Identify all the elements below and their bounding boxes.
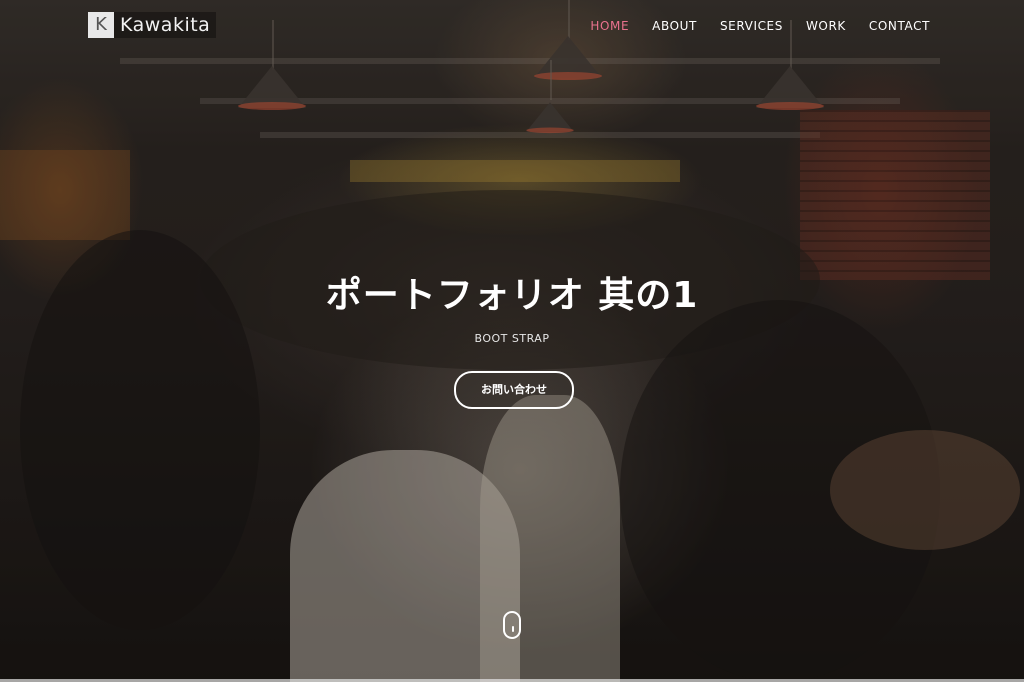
mouse-scroll-icon[interactable] <box>503 611 521 639</box>
hero-subtitle: BOOT STRAP <box>474 332 550 345</box>
hero-title: ポートフォリオ 其の1 <box>325 275 699 316</box>
contact-button[interactable]: お問い合わせ <box>454 371 574 409</box>
brand-mark-icon: K <box>88 12 114 38</box>
main-nav: HOME ABOUT SERVICES WORK CONTACT <box>567 19 930 33</box>
nav-home[interactable]: HOME <box>590 19 629 33</box>
hero-section: K Kawakita HOME ABOUT SERVICES WORK CONT… <box>0 0 1024 682</box>
nav-about[interactable]: ABOUT <box>652 19 697 33</box>
brand-logo[interactable]: K Kawakita <box>88 12 217 38</box>
nav-contact[interactable]: CONTACT <box>869 19 930 33</box>
nav-services[interactable]: SERVICES <box>720 19 783 33</box>
nav-work[interactable]: WORK <box>806 19 846 33</box>
scroll-wheel-dot <box>512 626 514 632</box>
brand-name: Kawakita <box>120 14 211 36</box>
